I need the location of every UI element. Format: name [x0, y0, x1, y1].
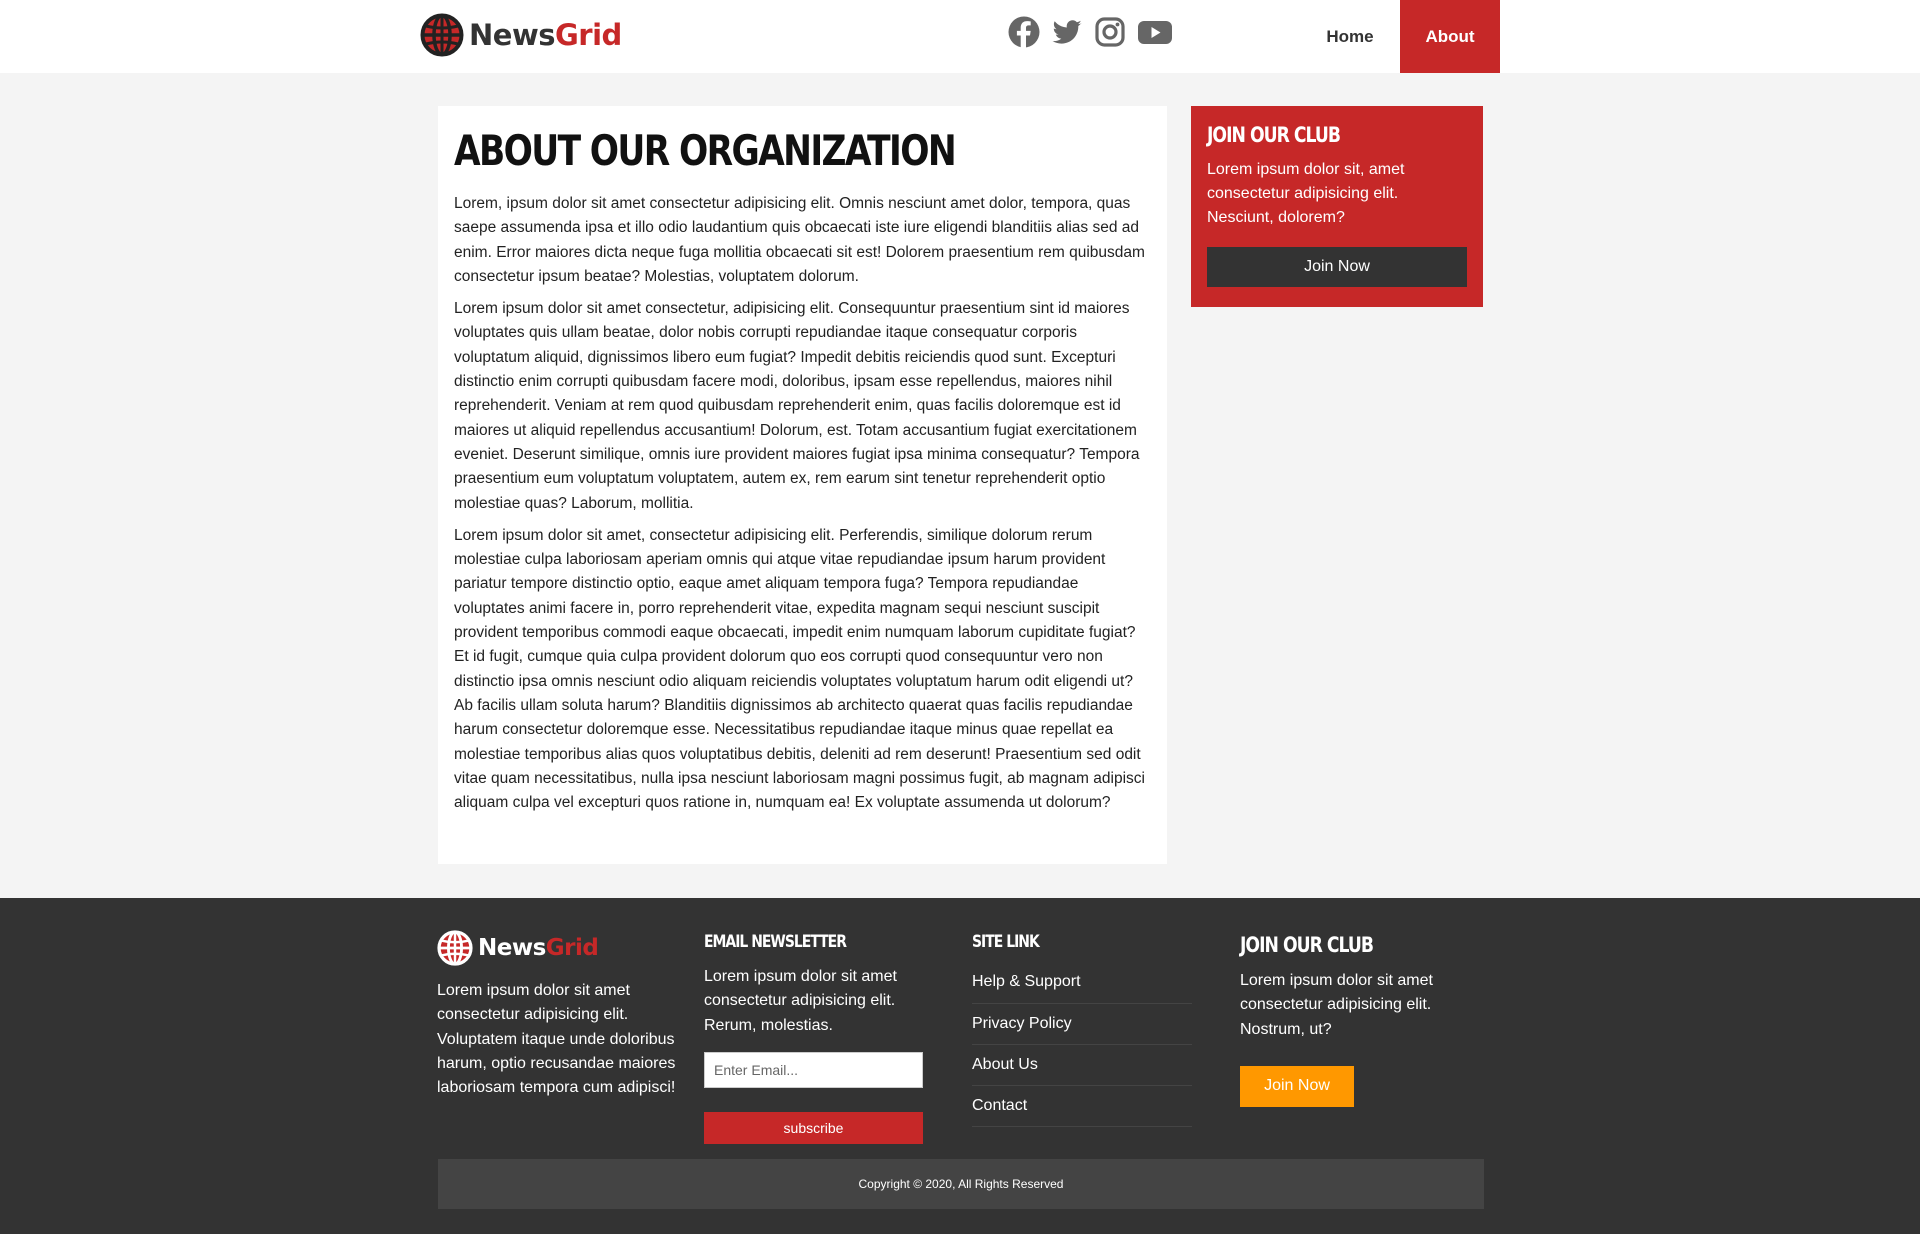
footer-brand-part2: Grid	[545, 935, 599, 961]
footer-club-text: Lorem ipsum dolor sit amet consectetur a…	[1240, 972, 1433, 1038]
footer-about: Lorem ipsum dolor sit amet consectetur a…	[437, 979, 682, 1100]
footer-join-button[interactable]: Join Now	[1240, 1065, 1354, 1107]
site-links-list: Help & Support Privacy Policy About Us C…	[972, 967, 1192, 1127]
copyright-bar: Copyright © 2020, All Rights Reserved	[438, 1159, 1484, 1209]
newsletter-title: Email Newsletter	[704, 932, 847, 952]
footer-about-text: Lorem ipsum dolor sit amet consectetur a…	[437, 982, 676, 1097]
link-contact[interactable]: Contact	[972, 1086, 1192, 1127]
navbar: NewsGrid Home About	[0, 0, 1920, 73]
site-links-title: Site Link	[972, 932, 1040, 952]
instagram-icon[interactable]	[1094, 16, 1126, 48]
brand-name-part2: Grid	[555, 18, 622, 52]
twitter-icon[interactable]	[1051, 16, 1083, 48]
link-about-us[interactable]: About Us	[972, 1045, 1192, 1086]
subscribe-button[interactable]: subscribe	[704, 1111, 923, 1144]
footer-brand-name: NewsGrid	[478, 935, 599, 961]
link-help-support[interactable]: Help & Support	[972, 967, 1192, 1004]
nav-home[interactable]: Home	[1300, 0, 1400, 73]
sidebar-title: Join Our Club	[1207, 123, 1341, 147]
paragraph-2: Lorem ipsum dolor sit amet consectetur, …	[454, 300, 1140, 512]
globe-icon	[420, 13, 464, 57]
brand-name: NewsGrid	[469, 18, 622, 52]
email-input[interactable]	[704, 1051, 923, 1088]
copyright-text: Copyright © 2020, All Rights Reserved	[858, 1177, 1064, 1191]
about-card: About Our Organization Lorem, ipsum dolo…	[438, 106, 1167, 864]
join-club-sidebar: Join Our Club Lorem ipsum dolor sit, ame…	[1191, 106, 1483, 307]
link-privacy-policy[interactable]: Privacy Policy	[972, 1004, 1192, 1045]
brand-logo[interactable]: NewsGrid	[420, 13, 622, 57]
paragraph-1: Lorem, ipsum dolor sit amet consectetur …	[454, 195, 1145, 285]
youtube-icon[interactable]	[1137, 16, 1173, 48]
footer-brand-part1: News	[478, 935, 546, 961]
footer-newsletter: Email Newsletter Lorem ipsum dolor sit a…	[704, 931, 924, 1144]
main-nav: Home About	[1300, 0, 1500, 73]
facebook-icon[interactable]	[1008, 16, 1040, 48]
paragraph-3: Lorem ipsum dolor sit amet, consectetur …	[454, 526, 1145, 812]
footer-logo[interactable]: NewsGrid	[437, 930, 599, 966]
social-links	[1008, 16, 1173, 48]
footer-site-links: Site Link Help & Support Privacy Policy …	[972, 931, 1192, 1127]
newsletter-text: Lorem ipsum dolor sit amet consectetur a…	[704, 968, 897, 1034]
nav-about[interactable]: About	[1400, 0, 1500, 73]
footer: NewsGrid Lorem ipsum dolor sit amet cons…	[0, 898, 1920, 1234]
sidebar-join-button[interactable]: Join Now	[1207, 247, 1467, 287]
footer-join-club: Join Our Club Lorem ipsum dolor sit amet…	[1240, 933, 1485, 1107]
sidebar-text: Lorem ipsum dolor sit, amet consectetur …	[1207, 161, 1405, 226]
brand-name-part1: News	[469, 18, 556, 52]
page-title: About Our Organization	[454, 126, 957, 175]
globe-icon	[437, 930, 473, 966]
footer-club-title: Join Our Club	[1240, 933, 1374, 957]
